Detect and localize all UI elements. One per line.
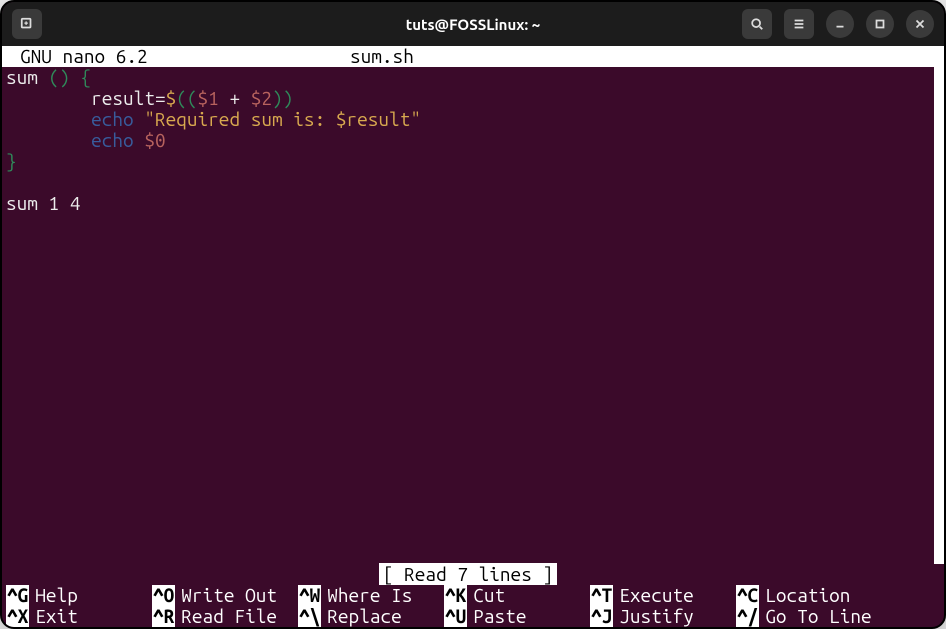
nano-app-name: GNU nano 6.2 <box>10 46 350 67</box>
code-token: + <box>219 87 251 109</box>
code-token: $2 <box>251 87 272 109</box>
shortcut-gotoline: ^/Go To Line <box>736 606 882 627</box>
shortcut-label: Exit <box>29 606 78 627</box>
shortcut-whereis: ^WWhere Is <box>298 585 444 606</box>
shortcut-writeout: ^OWrite Out <box>152 585 298 606</box>
shortcut-key: ^T <box>590 585 613 606</box>
code-token <box>134 108 145 130</box>
shortcut-row-2: ^XExit ^RRead File ^\Replace ^UPaste ^JJ… <box>6 606 930 627</box>
shortcut-replace: ^\Replace <box>298 606 444 627</box>
shortcut-key: ^\ <box>298 606 321 627</box>
code-token: sum 1 4 <box>6 192 80 214</box>
terminal-window: tuts@FOSSLinux: ~ GNU nano 6.2 sum.sh <box>0 0 946 629</box>
shortcut-cut: ^KCut <box>444 585 590 606</box>
close-button[interactable] <box>906 10 934 38</box>
shortcut-label: Justify <box>613 606 693 627</box>
shortcut-paste: ^UPaste <box>444 606 590 627</box>
code-token <box>6 129 91 151</box>
hamburger-icon <box>792 17 806 31</box>
editor-content[interactable]: sum () { result=$(($1 + $2)) echo "Requi… <box>2 67 934 564</box>
code-token <box>6 87 91 109</box>
search-button[interactable] <box>742 9 772 39</box>
code-token: (( <box>176 87 197 109</box>
new-tab-icon <box>20 17 34 31</box>
shortcut-key: ^C <box>736 585 759 606</box>
shortcut-justify: ^JJustify <box>590 606 736 627</box>
shortcut-execute: ^TExecute <box>590 585 736 606</box>
terminal-area[interactable]: GNU nano 6.2 sum.sh sum () { result=$(($… <box>2 46 944 627</box>
code-token: $0 <box>144 129 165 151</box>
shortcut-label: Help <box>29 585 78 606</box>
shortcut-key: ^/ <box>736 606 759 627</box>
nano-footer: [ Read 7 lines ] ^GHelp ^OWrite Out ^WWh… <box>2 564 934 627</box>
shortcut-key: ^K <box>444 585 467 606</box>
shortcut-label: Cut <box>467 585 505 606</box>
new-tab-button[interactable] <box>12 9 42 39</box>
shortcut-key: ^W <box>298 585 321 606</box>
code-token: sum <box>6 66 38 88</box>
shortcut-row-1: ^GHelp ^OWrite Out ^WWhere Is ^KCut ^TEx… <box>6 585 930 606</box>
search-icon <box>750 17 764 31</box>
code-token: = <box>155 87 166 109</box>
shortcut-label: Location <box>759 585 850 606</box>
shortcut-key: ^O <box>152 585 175 606</box>
shortcut-location: ^CLocation <box>736 585 882 606</box>
shortcut-key: ^U <box>444 606 467 627</box>
code-token <box>6 108 91 130</box>
window-title: tuts@FOSSLinux: ~ <box>406 16 540 33</box>
maximize-button[interactable] <box>866 10 894 38</box>
code-token: $ <box>166 87 177 109</box>
shortcut-key: ^R <box>152 606 175 627</box>
minimize-button[interactable] <box>826 10 854 38</box>
nano-filename: sum.sh <box>350 46 926 67</box>
code-token: } <box>6 150 17 172</box>
shortcut-exit: ^XExit <box>6 606 152 627</box>
shortcut-label: Where Is <box>321 585 412 606</box>
titlebar: tuts@FOSSLinux: ~ <box>2 2 944 46</box>
status-line: [ Read 7 lines ] <box>6 564 930 585</box>
shortcut-key: ^J <box>590 606 613 627</box>
code-token: result <box>91 87 155 109</box>
shortcut-key: ^G <box>6 585 29 606</box>
shortcut-label: Paste <box>467 606 526 627</box>
shortcut-key: ^X <box>6 606 29 627</box>
shortcut-label: Replace <box>321 606 401 627</box>
code-token: "Required sum is: $result" <box>144 108 421 130</box>
shortcut-label: Execute <box>613 585 693 606</box>
shortcut-readfile: ^RRead File <box>152 606 298 627</box>
close-icon <box>913 17 927 31</box>
status-message: [ Read 7 lines ] <box>379 563 557 585</box>
code-token: )) <box>272 87 293 109</box>
scrollbar[interactable] <box>934 46 944 564</box>
shortcut-label: Go To Line <box>759 606 871 627</box>
code-token: $1 <box>198 87 219 109</box>
maximize-icon <box>873 17 887 31</box>
shortcut-label: Read File <box>175 606 277 627</box>
code-token: echo <box>91 129 134 151</box>
shortcut-label: Write Out <box>175 585 277 606</box>
minimize-icon <box>833 17 847 31</box>
code-token: () { <box>38 66 91 88</box>
code-token <box>134 129 145 151</box>
code-token: echo <box>91 108 134 130</box>
menu-button[interactable] <box>784 9 814 39</box>
shortcut-help: ^GHelp <box>6 585 152 606</box>
nano-header: GNU nano 6.2 sum.sh <box>2 46 934 67</box>
